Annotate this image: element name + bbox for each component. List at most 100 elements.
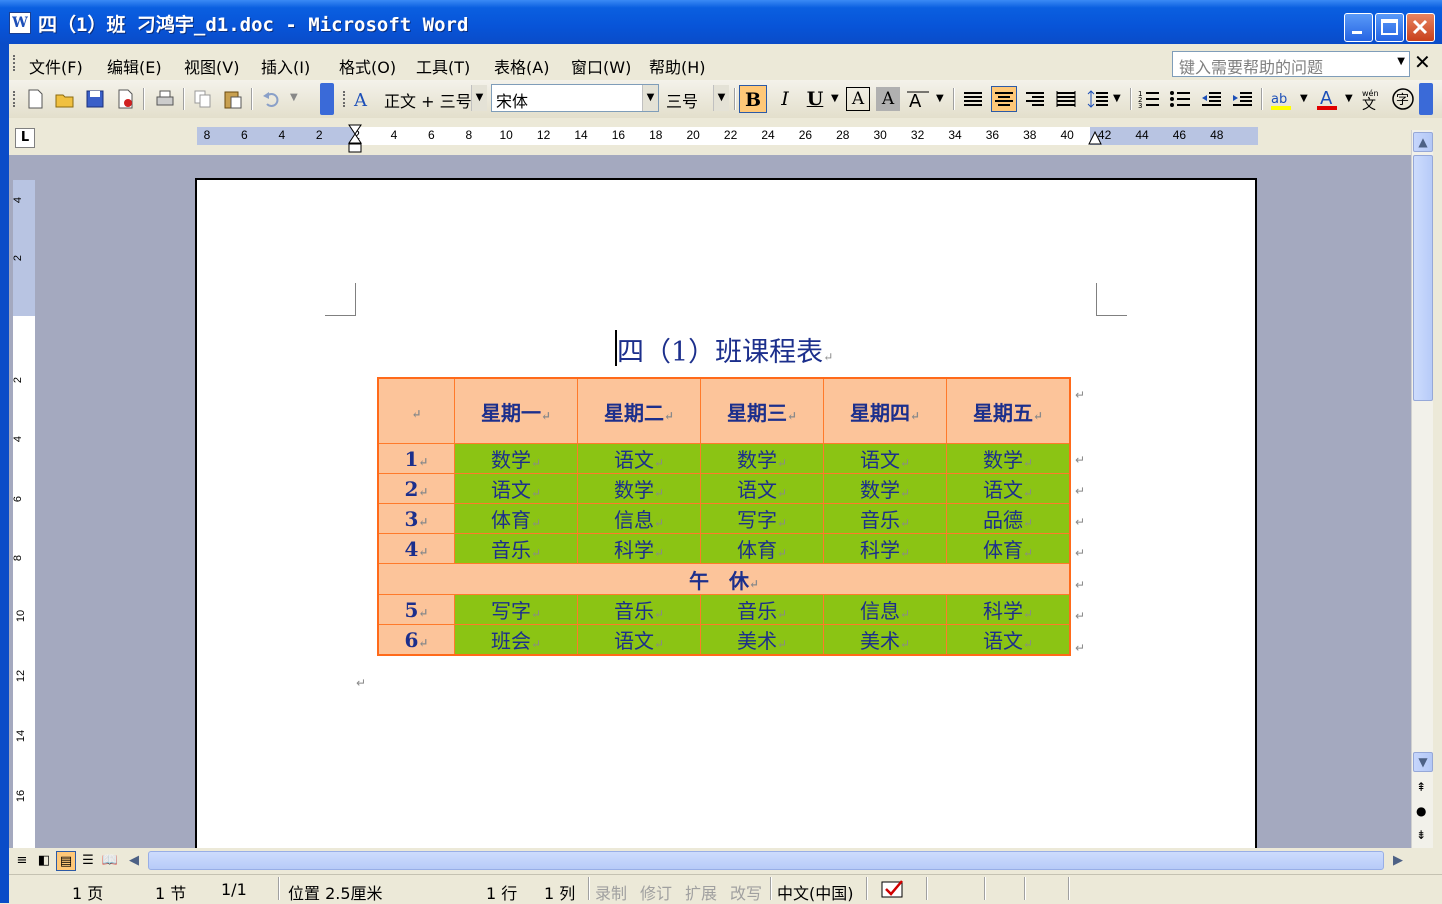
menu-window[interactable]: 窗口(W): [571, 54, 631, 78]
font-size-dropdown-icon[interactable]: ▼: [713, 85, 729, 111]
indent-markers[interactable]: [348, 124, 362, 154]
copy-button[interactable]: [191, 87, 215, 111]
subject-cell[interactable]: 美术↵: [700, 624, 824, 656]
lunch-cell[interactable]: 午 休↵: [377, 563, 1071, 595]
permission-button[interactable]: [113, 87, 137, 111]
bold-button[interactable]: B: [739, 85, 767, 113]
character-scaling-button[interactable]: A: [906, 87, 930, 112]
paste-button[interactable]: [221, 87, 245, 111]
underline-button[interactable]: U: [801, 85, 829, 113]
italic-button[interactable]: I: [771, 85, 799, 113]
subject-cell[interactable]: 科学↵: [946, 594, 1071, 625]
schedule-table[interactable]: ↵ 星期一↵ 星期二↵ 星期三↵ 星期四↵ 星期五↵ 1↵ 数学↵ 语文↵ 数学↵ 语文…: [377, 377, 1071, 656]
undo-button[interactable]: [259, 87, 283, 111]
spelling-grammar-status-icon[interactable]: [880, 879, 906, 899]
table-header-cell[interactable]: ↵: [377, 377, 455, 444]
scroll-up-button[interactable]: ▲: [1413, 132, 1433, 152]
line-spacing-dropdown-icon[interactable]: ▼: [1113, 93, 1121, 104]
menu-grip[interactable]: [13, 55, 18, 71]
character-border-button[interactable]: A: [846, 87, 870, 111]
scroll-down-button[interactable]: ▼: [1413, 752, 1433, 772]
format-toolbar-grip[interactable]: [343, 91, 348, 107]
menu-table[interactable]: 表格(A): [494, 54, 549, 78]
subject-cell[interactable]: 信息↵: [577, 503, 701, 534]
menu-format[interactable]: 格式(O): [339, 54, 396, 78]
subject-cell[interactable]: 体育↵: [946, 533, 1071, 564]
previous-page-icon[interactable]: ⇞: [1416, 780, 1426, 794]
period-number-cell[interactable]: 4↵: [377, 533, 455, 564]
print-layout-view-icon[interactable]: ▤: [56, 851, 76, 871]
phonetic-guide-button[interactable]: wén 文: [1360, 87, 1384, 113]
status-record[interactable]: 录制: [595, 880, 627, 904]
subject-cell[interactable]: 体育↵: [454, 503, 578, 534]
format-toolbar-options-chevron[interactable]: [1419, 83, 1433, 115]
table-header-cell[interactable]: 星期二↵: [577, 377, 701, 444]
subject-cell[interactable]: 体育↵: [700, 533, 824, 564]
align-center-button[interactable]: [991, 86, 1017, 112]
subject-cell[interactable]: 语文↵: [577, 443, 701, 474]
decrease-indent-button[interactable]: [1199, 87, 1223, 111]
status-track-changes[interactable]: 修订: [640, 880, 672, 904]
character-scaling-dropdown-icon[interactable]: ▼: [936, 93, 944, 104]
table-header-cell[interactable]: 星期一↵: [454, 377, 578, 444]
normal-view-icon[interactable]: ≡: [12, 851, 32, 871]
enclose-characters-button[interactable]: 字: [1391, 87, 1415, 111]
font-size-combo[interactable]: 三号 ▼: [661, 84, 730, 112]
font-combo[interactable]: 宋体 ▼: [491, 84, 659, 112]
table-header-cell[interactable]: 星期三↵: [700, 377, 824, 444]
period-number-cell[interactable]: 3↵: [377, 503, 455, 534]
minimize-button[interactable]: [1344, 13, 1373, 42]
align-right-button[interactable]: [1023, 87, 1047, 111]
increase-indent-button[interactable]: [1230, 87, 1254, 111]
scroll-left-button[interactable]: ◀: [124, 851, 144, 871]
menu-tools[interactable]: 工具(T): [416, 54, 470, 78]
distribute-button[interactable]: [1054, 87, 1078, 111]
subject-cell[interactable]: 数学↵: [454, 443, 578, 474]
menu-file[interactable]: 文件(F): [29, 54, 83, 78]
open-button[interactable]: [53, 87, 77, 111]
style-dropdown-icon[interactable]: ▼: [471, 85, 487, 111]
status-overtype[interactable]: 改写: [730, 880, 762, 904]
menu-edit[interactable]: 编辑(E): [107, 54, 162, 78]
tab-selector[interactable]: L: [15, 128, 35, 148]
right-indent-marker[interactable]: [1088, 130, 1102, 145]
subject-cell[interactable]: 科学↵: [823, 533, 947, 564]
save-button[interactable]: [83, 87, 107, 111]
highlight-dropdown-icon[interactable]: ▼: [1300, 93, 1308, 104]
underline-dropdown-icon[interactable]: ▼: [831, 93, 839, 104]
help-dropdown-icon[interactable]: ▼: [1397, 56, 1405, 67]
subject-cell[interactable]: 音乐↵: [823, 503, 947, 534]
document-close-icon[interactable]: ✕: [1414, 50, 1431, 74]
character-shading-button[interactable]: A: [876, 87, 900, 111]
vertical-scroll-thumb[interactable]: [1413, 155, 1433, 401]
subject-cell[interactable]: 音乐↵: [454, 533, 578, 564]
subject-cell[interactable]: 写字↵: [700, 503, 824, 534]
vertical-ruler[interactable]: 4 2 2 4 6 8 10 12 14 16: [12, 180, 35, 848]
subject-cell[interactable]: 数学↵: [577, 473, 701, 504]
period-number-cell[interactable]: 6↵: [377, 624, 455, 656]
bullets-button[interactable]: [1168, 87, 1192, 111]
subject-cell[interactable]: 数学↵: [946, 443, 1071, 474]
highlight-button[interactable]: ab: [1269, 87, 1293, 111]
word-app-icon[interactable]: W: [9, 12, 31, 34]
subject-cell[interactable]: 班会↵: [454, 624, 578, 656]
subject-cell[interactable]: 科学↵: [577, 533, 701, 564]
subject-cell[interactable]: 语文↵: [577, 624, 701, 656]
subject-cell[interactable]: 音乐↵: [577, 594, 701, 625]
subject-cell[interactable]: 数学↵: [700, 443, 824, 474]
line-spacing-button[interactable]: [1086, 87, 1110, 111]
maximize-button[interactable]: [1375, 13, 1404, 42]
subject-cell[interactable]: 信息↵: [823, 594, 947, 625]
align-left-button[interactable]: [961, 87, 985, 111]
scroll-right-button[interactable]: ▶: [1388, 851, 1408, 871]
subject-cell[interactable]: 语文↵: [823, 443, 947, 474]
table-header-cell[interactable]: 星期四↵: [823, 377, 947, 444]
menu-insert[interactable]: 插入(I): [261, 54, 310, 78]
font-color-dropdown-icon[interactable]: ▼: [1345, 93, 1353, 104]
next-page-icon[interactable]: ⇟: [1416, 828, 1426, 842]
subject-cell[interactable]: 数学↵: [823, 473, 947, 504]
toolbar-options-chevron[interactable]: [320, 83, 334, 115]
subject-cell[interactable]: 语文↵: [700, 473, 824, 504]
subject-cell[interactable]: 品德↵: [946, 503, 1071, 534]
title-bar[interactable]: W 四（1）班 刁鸿宇_d1.doc - Microsoft Word: [0, 0, 1442, 44]
